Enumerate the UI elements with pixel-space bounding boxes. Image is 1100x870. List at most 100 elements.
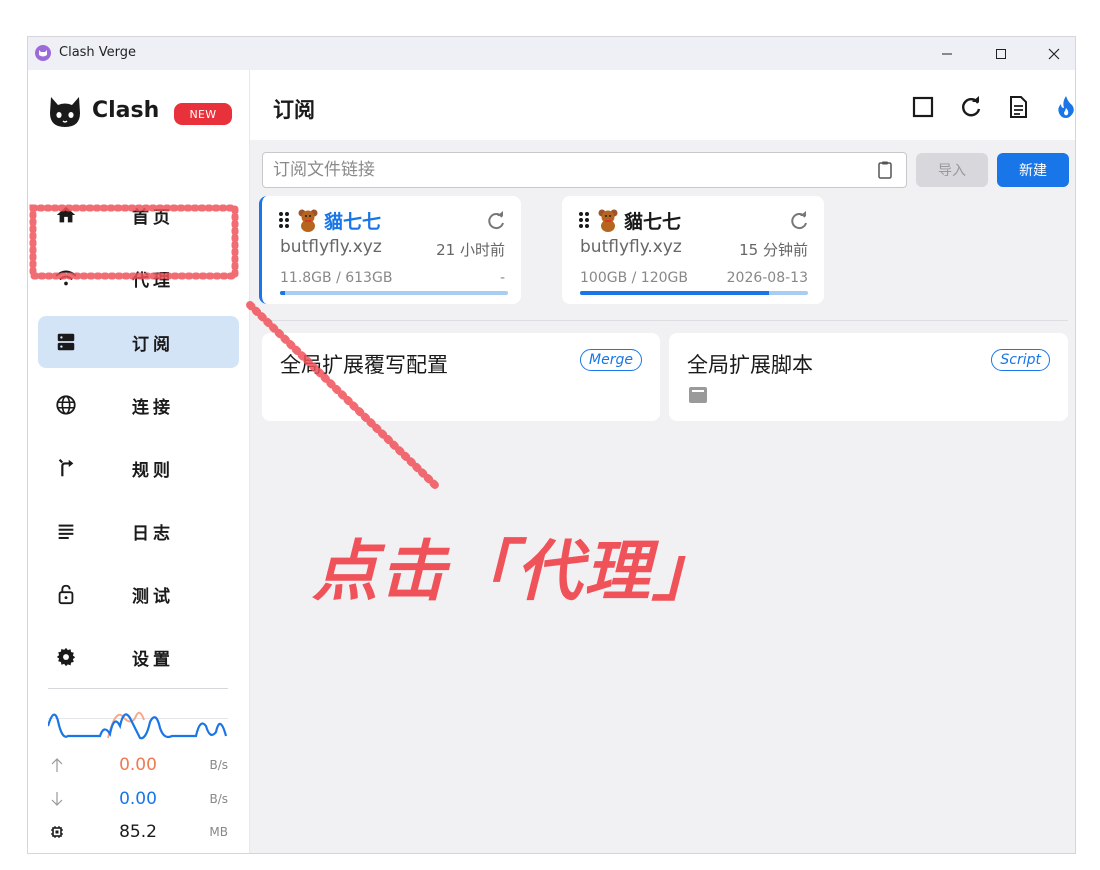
script-tag: Script xyxy=(991,349,1050,371)
sidebar-item-home[interactable]: 首页 xyxy=(38,189,239,241)
extension-title: 全局扩展脚本 xyxy=(687,353,813,377)
upload-unit: B/s xyxy=(209,758,228,772)
subscription-url-input[interactable] xyxy=(262,152,907,188)
maximize-icon xyxy=(996,48,1006,59)
subscription-card[interactable]: 貓七七 butflyfly.xyz 15 分钟前 100GB / 120GB 2… xyxy=(562,196,824,304)
clipboard-icon[interactable] xyxy=(875,160,895,180)
gear-icon xyxy=(55,646,77,668)
subscription-updated: 15 分钟前 xyxy=(739,241,808,259)
cat-logo-icon xyxy=(50,97,80,127)
subscription-card[interactable]: 貓七七 butflyfly.xyz 21 小时前 11.8GB / 613GB … xyxy=(259,196,521,304)
script-extension-card[interactable]: 全局扩展脚本 Script xyxy=(669,333,1068,421)
download-speed: 0.00 xyxy=(119,789,157,809)
square-icon xyxy=(912,96,934,118)
download-stat: 0.00 B/s xyxy=(48,789,228,811)
page-title: 订阅 xyxy=(273,98,315,122)
flame-icon xyxy=(1058,96,1074,118)
arrow-up-icon xyxy=(51,758,63,772)
memory-chip-icon xyxy=(51,826,63,838)
download-unit: B/s xyxy=(209,792,228,806)
route-icon xyxy=(55,457,77,479)
globe-icon xyxy=(55,394,77,416)
window-title: Clash Verge xyxy=(59,45,137,60)
close-icon xyxy=(1048,48,1060,59)
section-divider xyxy=(262,320,1068,321)
memory-stat: 85.2 MB xyxy=(48,822,228,844)
usage-progress-fill xyxy=(580,291,770,295)
close-button[interactable] xyxy=(1031,37,1075,70)
subscription-expire: 2026-08-13 xyxy=(726,270,808,286)
refresh-icon xyxy=(962,96,981,117)
refresh-all-button[interactable] xyxy=(958,94,984,120)
new-badge: NEW xyxy=(174,103,232,125)
maximize-button[interactable] xyxy=(978,37,1024,70)
merge-extension-card[interactable]: 全局扩展覆写配置 Merge xyxy=(262,333,660,421)
sidebar: Clash V NEW 首页 代理 订阅 连接 xyxy=(28,70,250,853)
sidebar-item-label: 规则 xyxy=(132,460,174,481)
usage-progress-bar xyxy=(280,291,508,295)
sidebar-item-proxy[interactable]: 代理 xyxy=(38,252,239,304)
lock-icon xyxy=(55,583,77,605)
merge-tag: Merge xyxy=(580,349,642,371)
sidebar-item-label: 连接 xyxy=(132,397,174,418)
subscription-updated: 21 小时前 xyxy=(436,241,505,259)
subscription-name: 貓七七 xyxy=(624,211,682,233)
usage-progress-bar xyxy=(580,291,808,295)
logo-text: Clash V xyxy=(92,98,162,123)
sidebar-item-connections[interactable]: 连接 xyxy=(38,379,239,431)
memory-usage: 85.2 xyxy=(119,822,157,842)
sidebar-item-subscriptions[interactable]: 订阅 xyxy=(38,316,239,368)
minimize-button[interactable] xyxy=(924,37,970,70)
document-icon xyxy=(1010,96,1027,118)
arrow-down-icon xyxy=(51,792,63,806)
subscription-host: butflyfly.xyz xyxy=(580,237,682,257)
sidebar-item-logs[interactable]: 日志 xyxy=(38,505,239,557)
drag-handle-icon[interactable] xyxy=(278,211,290,229)
subscription-host: butflyfly.xyz xyxy=(280,237,382,257)
fullscreen-button[interactable] xyxy=(910,94,936,120)
import-button[interactable]: 导入 xyxy=(916,153,988,187)
app-logo: Clash V NEW xyxy=(48,95,232,129)
drag-handle-icon[interactable] xyxy=(578,211,590,229)
sidebar-item-label: 测试 xyxy=(132,586,174,607)
storage-icon xyxy=(55,331,77,353)
refresh-icon[interactable] xyxy=(485,210,507,232)
usage-progress-fill xyxy=(280,291,285,295)
new-subscription-button[interactable]: 新建 xyxy=(997,153,1069,187)
extension-title: 全局扩展覆写配置 xyxy=(280,353,448,377)
home-icon xyxy=(55,204,77,226)
subscription-expire: - xyxy=(499,270,505,286)
list-icon xyxy=(55,520,77,542)
traffic-divider xyxy=(48,688,228,689)
bear-emoji-icon xyxy=(297,208,319,237)
page-header: 订阅 xyxy=(250,70,1075,140)
script-file-icon xyxy=(689,387,707,403)
annotation-text: 点击「代理」 xyxy=(312,532,720,610)
sidebar-item-test[interactable]: 测试 xyxy=(38,568,239,620)
subscription-name: 貓七七 xyxy=(324,211,382,233)
minimize-icon xyxy=(942,53,952,54)
bear-emoji-icon xyxy=(597,208,619,237)
app-cat-icon xyxy=(35,45,51,61)
upload-speed: 0.00 xyxy=(119,755,157,775)
flame-button[interactable] xyxy=(1053,94,1075,120)
sidebar-item-label: 订阅 xyxy=(132,334,174,355)
download-trend-line xyxy=(48,713,228,740)
app-window: Clash Verge Clash V NEW 首页 xyxy=(27,36,1076,854)
main-content: 订阅 导入 新建 貓七七 butflyfly.x xyxy=(250,70,1075,853)
wifi-icon xyxy=(55,267,77,289)
refresh-icon[interactable] xyxy=(788,210,810,232)
traffic-graph xyxy=(48,711,228,740)
sidebar-item-rules[interactable]: 规则 xyxy=(38,442,239,494)
sidebar-item-label: 代理 xyxy=(132,270,174,291)
view-log-button[interactable] xyxy=(1005,94,1031,120)
memory-unit: MB xyxy=(209,825,228,839)
sidebar-item-label: 日志 xyxy=(132,523,174,544)
sidebar-item-settings[interactable]: 设置 xyxy=(38,631,239,683)
subscription-usage: 100GB / 120GB xyxy=(580,270,688,286)
title-bar: Clash Verge xyxy=(28,37,1075,70)
upload-stat: 0.00 B/s xyxy=(48,755,228,777)
sidebar-item-label: 首页 xyxy=(132,207,174,228)
subscription-usage: 11.8GB / 613GB xyxy=(280,270,393,286)
sidebar-item-label: 设置 xyxy=(132,649,174,670)
